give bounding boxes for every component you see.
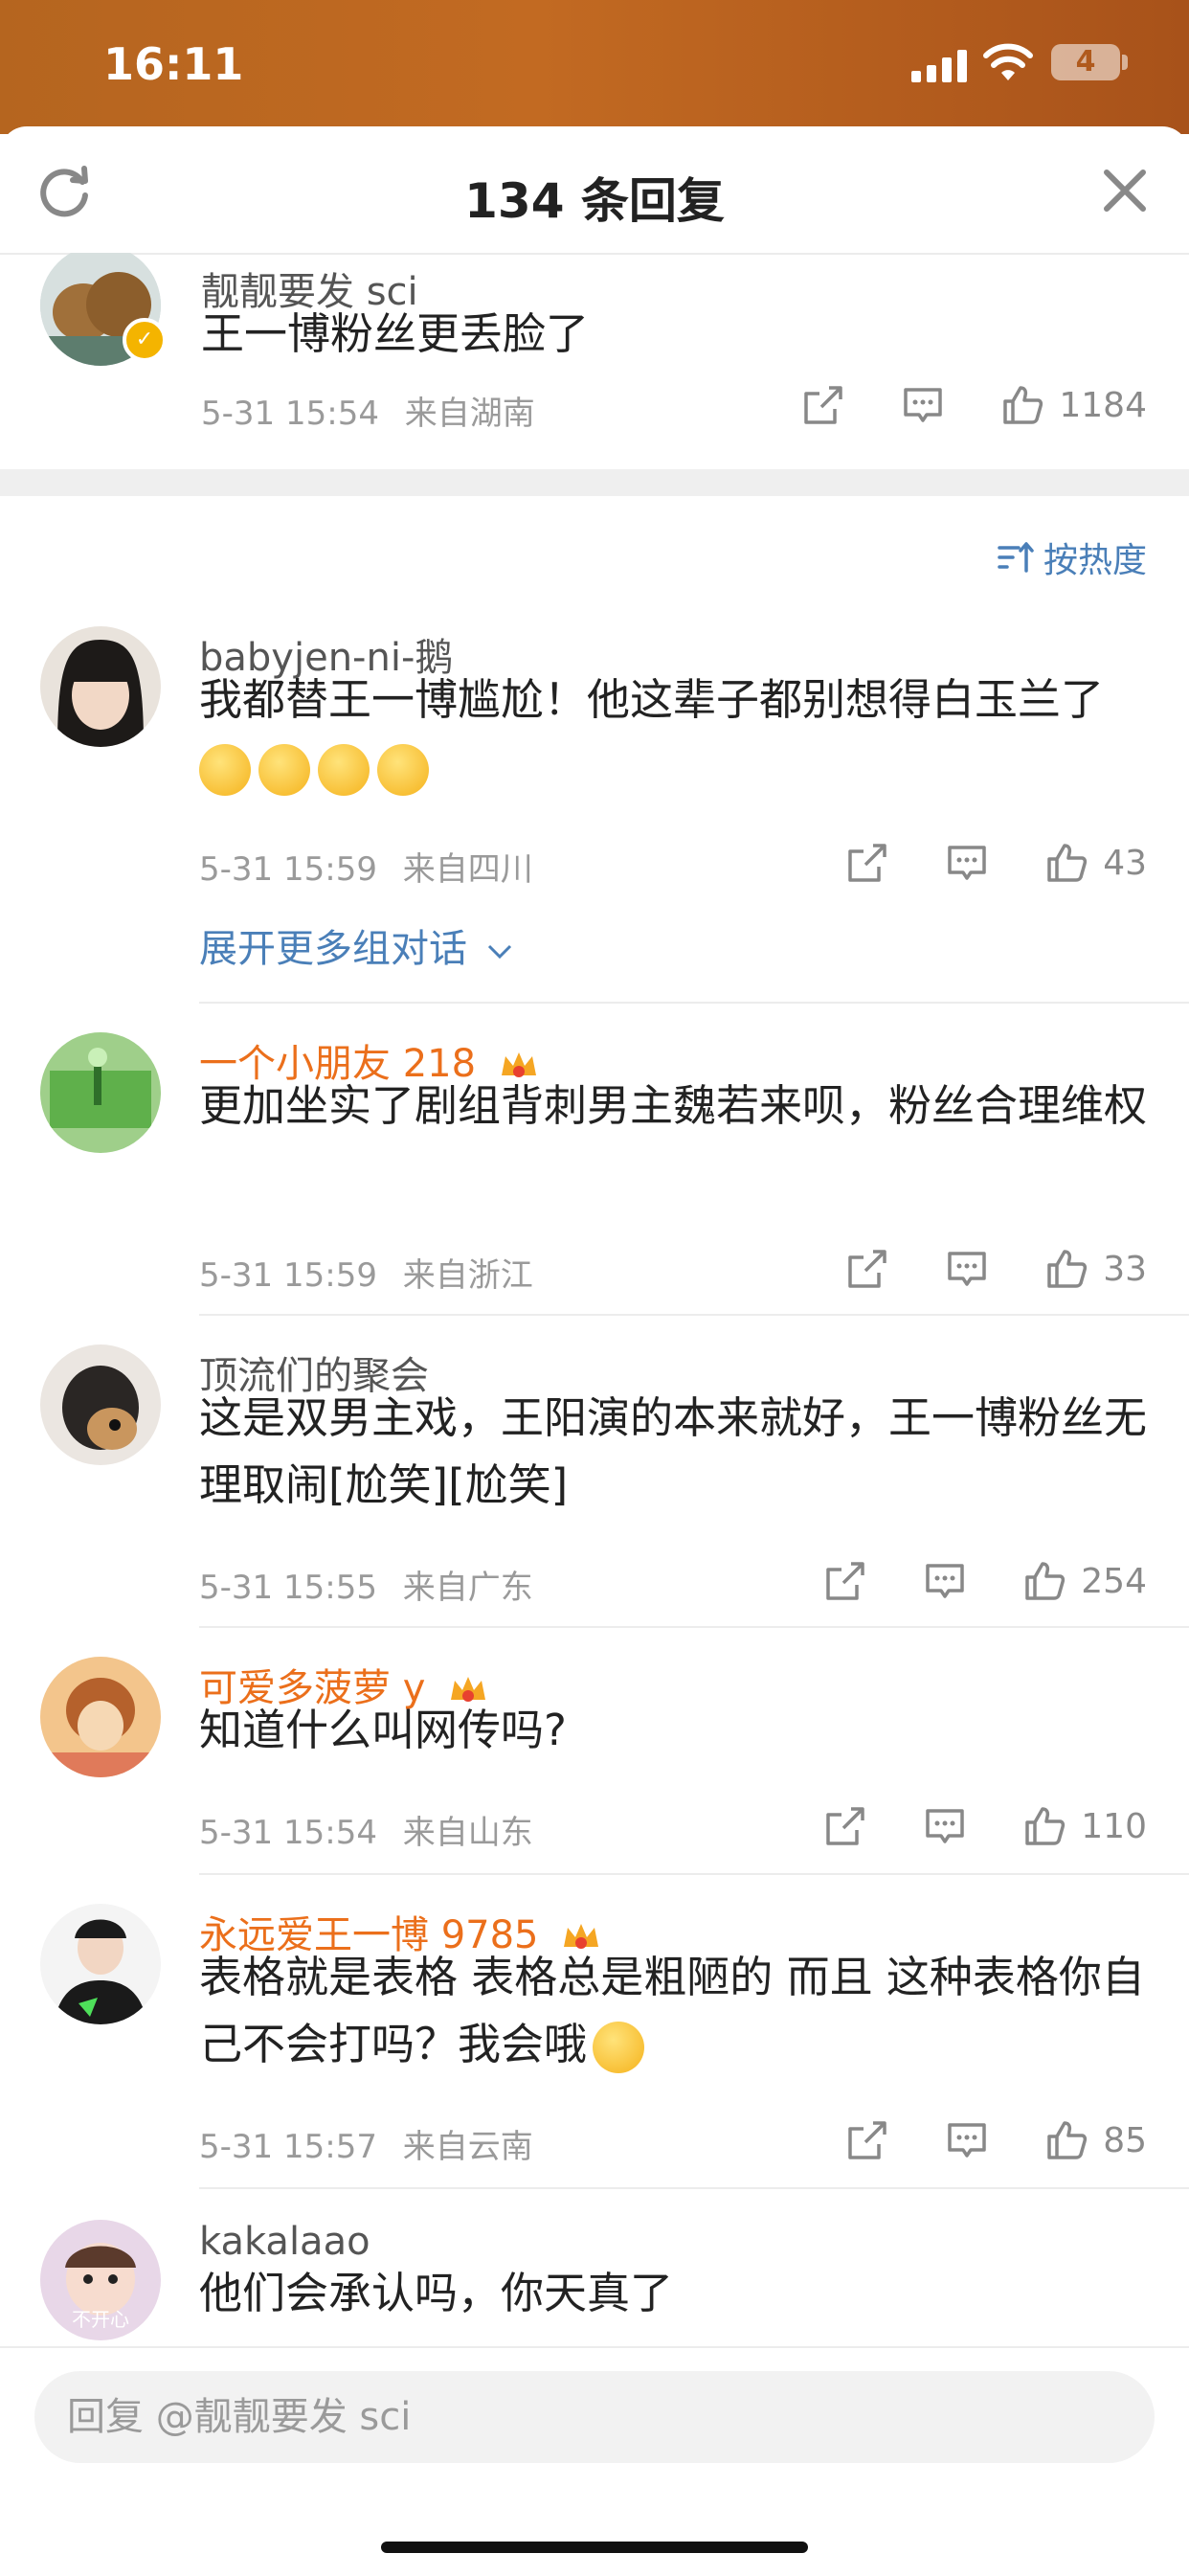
comment-location: 来自云南 xyxy=(402,2128,533,2166)
thinking-emoji-icon xyxy=(318,744,370,796)
comment-actions: 43 xyxy=(844,839,1147,887)
home-indicator[interactable] xyxy=(381,2542,808,2553)
comment-text: 表格就是表格 表格总是粗陋的 而且 这种表格你自己不会打吗？我会哦 xyxy=(199,1944,1147,2078)
row-divider xyxy=(199,1002,1189,1004)
share-icon[interactable] xyxy=(822,1803,868,1849)
like-icon[interactable] xyxy=(1021,1803,1067,1849)
comment-text: 更加坐实了剧组背刺男主魏若来呗，粉丝合理维权 xyxy=(199,1080,1148,1131)
section-divider xyxy=(0,469,1189,496)
share-icon[interactable] xyxy=(844,840,890,886)
comment-icon[interactable] xyxy=(900,382,946,428)
like-icon[interactable] xyxy=(1021,1558,1067,1604)
avatar[interactable] xyxy=(40,1344,161,1465)
expand-conversation-link[interactable]: 展开更多组对话 xyxy=(199,917,514,973)
replies-sheet: 134 条回复 ✓ 靓靓要发 sci 王一博粉丝更丢脸了 5-31 15:54 … xyxy=(0,126,1189,2574)
avatar[interactable]: 不开心 xyxy=(40,2220,161,2340)
comment-text: 这是双男主戏，王阳演的本来就好，王一博粉丝无理取闹[尬笑][尬笑] xyxy=(199,1392,1148,1510)
thinking-emoji-icon xyxy=(199,744,251,796)
status-bar: 16:11 4 xyxy=(0,0,1189,134)
like-count: 1184 xyxy=(1059,385,1147,425)
comment-actions: 85 xyxy=(844,2116,1147,2164)
comment-actions: 254 xyxy=(822,1557,1147,1605)
expand-label: 展开更多组对话 xyxy=(199,927,467,971)
comment-body: 我都替王一博尴尬！他这辈子都别想得白玉兰了 xyxy=(199,674,1105,725)
thinking-emoji-icon xyxy=(377,744,429,796)
sort-icon xyxy=(998,542,1034,573)
comment-time: 5-31 15:54 xyxy=(199,1814,377,1852)
comment-location: 来自四川 xyxy=(402,850,533,889)
sheet-header: 134 条回复 xyxy=(0,126,1189,255)
comment-meta: 5-31 15:59 来自浙江 xyxy=(199,1249,533,1296)
comment-meta: 5-31 15:59 来自四川 xyxy=(199,843,533,890)
like-count: 85 xyxy=(1103,2120,1147,2160)
avatar[interactable] xyxy=(40,1032,161,1153)
share-icon[interactable] xyxy=(844,1246,890,1292)
comment-location: 来自山东 xyxy=(402,1814,533,1852)
comment-body: 表格就是表格 表格总是粗陋的 而且 这种表格你自己不会打吗？我会哦 xyxy=(199,1952,1145,2069)
close-icon[interactable] xyxy=(1097,163,1153,218)
like-icon[interactable] xyxy=(1043,1246,1089,1292)
comment-meta: 5-31 15:55 来自广东 xyxy=(199,1561,533,1608)
comment-location: 来自湖南 xyxy=(404,395,535,433)
avatar-caption: 不开心 xyxy=(72,2308,129,2331)
comment-meta: 5-31 15:57 来自云南 xyxy=(199,2120,533,2167)
like-count: 110 xyxy=(1081,1806,1147,1846)
page-title: 134 条回复 xyxy=(464,173,725,229)
wifi-icon xyxy=(983,43,1033,80)
row-divider xyxy=(199,1873,1189,1875)
signal-icon xyxy=(911,50,969,82)
username[interactable]: kakalaao xyxy=(199,2220,370,2264)
comment-text: 知道什么叫网传吗? xyxy=(199,1705,567,1755)
reply-input[interactable]: 回复 @靓靓要发 sci xyxy=(34,2371,1155,2463)
share-icon[interactable] xyxy=(844,2117,890,2163)
sort-button[interactable]: 按热度 xyxy=(998,532,1147,582)
comment-text: 王一博粉丝更丢脸了 xyxy=(201,308,590,359)
smile-emoji-icon xyxy=(593,2022,645,2073)
avatar[interactable] xyxy=(40,1904,161,2024)
battery-level: 4 xyxy=(1075,45,1096,79)
row-divider xyxy=(199,2187,1189,2189)
chevron-down-icon xyxy=(487,944,511,960)
sort-label: 按热度 xyxy=(1043,541,1147,580)
comment-text: 他们会承认吗，你天真了 xyxy=(199,2268,674,2318)
comment-actions: 110 xyxy=(822,1802,1147,1850)
like-icon[interactable] xyxy=(999,382,1045,428)
battery-icon: 4 xyxy=(1051,44,1120,80)
comment-time: 5-31 15:55 xyxy=(199,1569,377,1607)
comment-icon[interactable] xyxy=(944,2117,990,2163)
comment-location: 来自广东 xyxy=(402,1569,533,1607)
comment-icon[interactable] xyxy=(922,1558,968,1604)
comment-actions: 1184 xyxy=(800,381,1147,429)
share-icon[interactable] xyxy=(822,1558,868,1604)
comment-icon[interactable] xyxy=(944,1246,990,1292)
like-count: 254 xyxy=(1081,1561,1147,1601)
like-icon[interactable] xyxy=(1043,2117,1089,2163)
share-icon[interactable] xyxy=(800,382,846,428)
like-count: 33 xyxy=(1103,1249,1147,1289)
like-count: 43 xyxy=(1103,843,1147,883)
comment-time: 5-31 15:59 xyxy=(199,1256,377,1295)
comment-icon[interactable] xyxy=(944,840,990,886)
comment-time: 5-31 15:59 xyxy=(199,850,377,889)
like-icon[interactable] xyxy=(1043,840,1089,886)
comment-time: 5-31 15:54 xyxy=(201,395,379,433)
verified-badge-icon: ✓ xyxy=(123,318,167,362)
comment-meta: 5-31 15:54 来自山东 xyxy=(199,1806,533,1853)
comment-meta: 5-31 15:54 来自湖南 xyxy=(201,387,535,434)
row-divider xyxy=(199,1314,1189,1316)
comment-icon[interactable] xyxy=(922,1803,968,1849)
avatar[interactable] xyxy=(40,1657,161,1777)
comment-time: 5-31 15:57 xyxy=(199,2128,377,2166)
avatar[interactable] xyxy=(40,626,161,747)
thinking-emoji-icon xyxy=(258,744,310,796)
reply-bar: 回复 @靓靓要发 sci xyxy=(0,2346,1189,2576)
comment-actions: 33 xyxy=(844,1245,1147,1293)
status-time: 16:11 xyxy=(103,38,244,90)
battery-tip xyxy=(1122,55,1128,70)
comment-location: 来自浙江 xyxy=(402,1256,533,1295)
row-divider xyxy=(199,1626,1189,1628)
comment-text: 我都替王一博尴尬！他这辈子都别想得白玉兰了 xyxy=(199,667,1147,801)
